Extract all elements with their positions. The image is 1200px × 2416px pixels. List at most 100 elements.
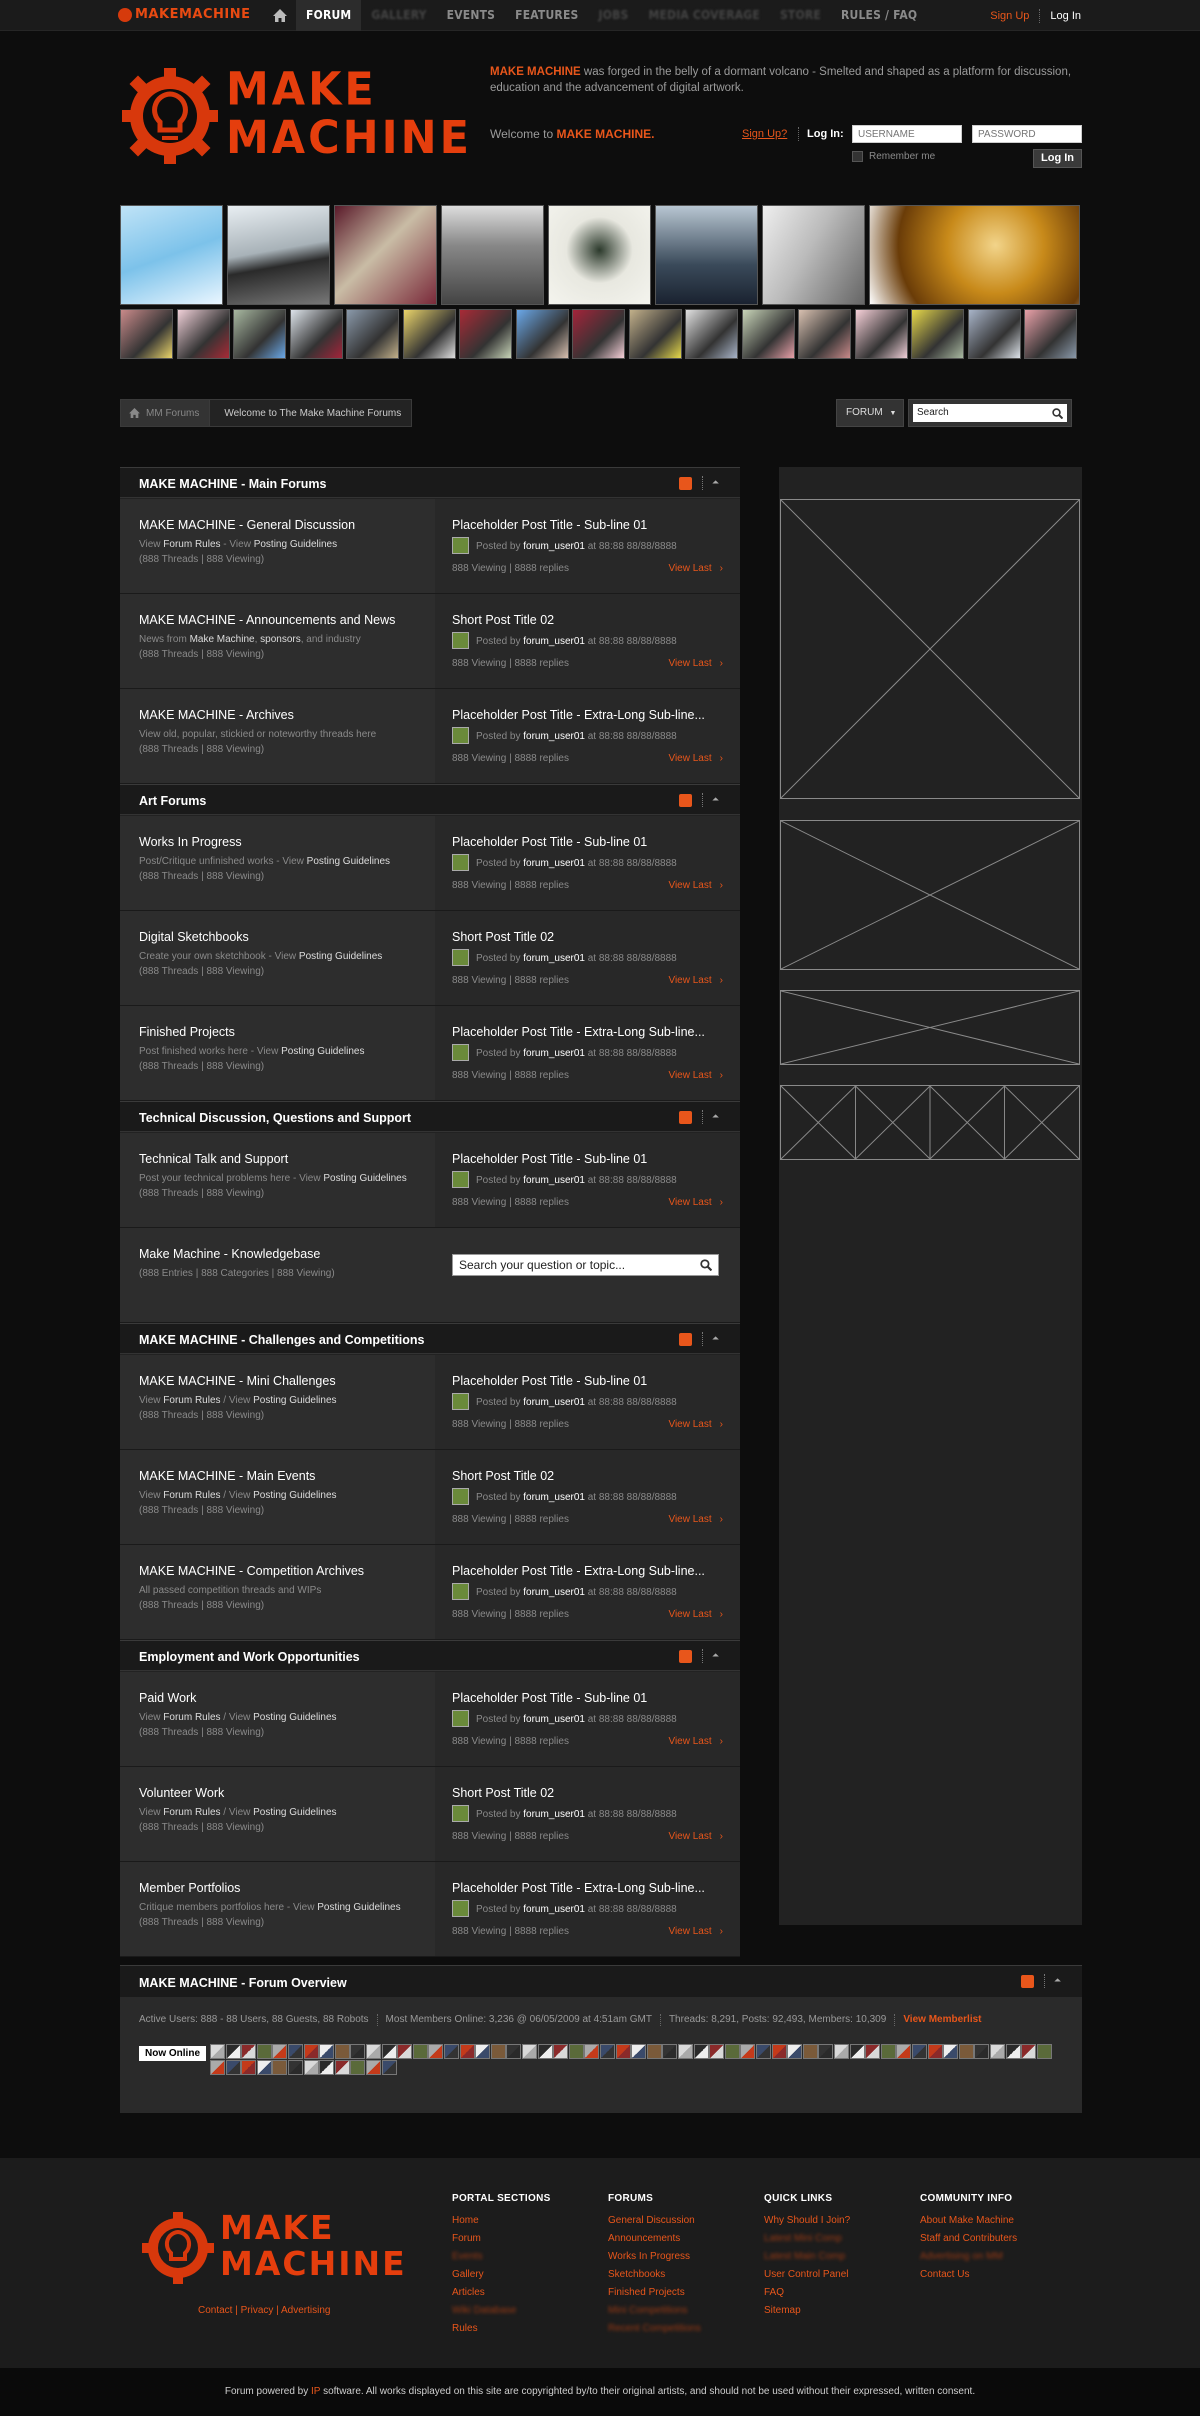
online-user-avatar[interactable] xyxy=(724,2044,740,2059)
gallery-thumb[interactable] xyxy=(548,205,651,305)
footer-link[interactable]: Mini Competitions xyxy=(608,2302,758,2320)
site-logo[interactable]: MAKE MACHINE xyxy=(118,66,469,170)
forum-rules-link[interactable]: Forum Rules xyxy=(163,1807,220,1818)
online-user-avatar[interactable] xyxy=(849,2044,865,2059)
remember-me[interactable]: Remember me xyxy=(852,151,935,162)
view-last-link[interactable]: View Last › xyxy=(668,975,723,986)
online-user-avatar[interactable] xyxy=(366,2044,381,2059)
user-avatar[interactable] xyxy=(452,1583,469,1600)
online-user-avatar[interactable] xyxy=(428,2044,444,2059)
footer-legal-links[interactable]: Contact | Privacy | Advertising xyxy=(198,2305,330,2316)
forum-rules-link[interactable]: Forum Rules xyxy=(163,539,220,550)
online-user-avatar[interactable] xyxy=(319,2044,335,2059)
username-link[interactable]: forum_user01 xyxy=(523,1587,585,1598)
nav-item-features[interactable]: FEATURES xyxy=(505,0,588,31)
footer-link[interactable]: Latest Mini Comp xyxy=(764,2230,914,2248)
gallery-thumb-small[interactable] xyxy=(1024,309,1077,359)
online-user-avatar[interactable] xyxy=(210,2044,225,2059)
gallery-thumb-small[interactable] xyxy=(741,309,795,359)
online-user-avatar[interactable] xyxy=(865,2044,881,2059)
password-input[interactable] xyxy=(972,125,1082,143)
online-user-avatar[interactable] xyxy=(381,2060,397,2075)
ad-placeholder-buttons[interactable] xyxy=(780,1085,1080,1160)
online-user-avatar[interactable] xyxy=(506,2044,522,2059)
view-last-link[interactable]: View Last › xyxy=(668,1070,723,1081)
username-link[interactable]: forum_user01 xyxy=(523,1397,585,1408)
forum-title-link[interactable]: Finished Projects xyxy=(139,1025,235,1039)
view-last-link[interactable]: View Last › xyxy=(668,563,723,574)
gallery-thumb-small[interactable] xyxy=(798,309,851,359)
user-avatar[interactable] xyxy=(452,1710,469,1727)
nav-item-jobs[interactable]: JOBS xyxy=(589,0,639,31)
knowledgebase-search-input[interactable]: Search your question or topic... xyxy=(452,1254,719,1276)
online-user-avatar[interactable] xyxy=(958,2044,974,2059)
footer-link[interactable]: Wiki Database xyxy=(452,2302,602,2320)
footer-link[interactable]: Forum xyxy=(452,2230,602,2248)
online-user-avatar[interactable] xyxy=(303,2060,319,2075)
nav-item-rules-faq[interactable]: RULES / FAQ xyxy=(831,0,927,31)
online-user-avatar[interactable] xyxy=(350,2060,366,2075)
footer-link[interactable]: Sitemap xyxy=(764,2302,914,2320)
copyright-brand[interactable]: IP xyxy=(311,2386,320,2397)
view-last-link[interactable]: View Last › xyxy=(668,1609,723,1620)
collapse-icon[interactable]: ⏶ xyxy=(710,1650,721,1661)
online-user-avatar[interactable] xyxy=(709,2044,725,2059)
online-user-avatar[interactable] xyxy=(288,2044,303,2059)
user-avatar[interactable] xyxy=(452,1805,469,1822)
last-post-title-link[interactable]: Short Post Title 02 xyxy=(452,613,554,627)
view-last-link[interactable]: View Last › xyxy=(668,1736,723,1747)
online-user-avatar[interactable] xyxy=(896,2044,912,2059)
online-user-avatar[interactable] xyxy=(412,2044,428,2059)
view-last-link[interactable]: View Last › xyxy=(668,1514,723,1525)
ad-placeholder-medium[interactable] xyxy=(780,820,1080,970)
posting-guidelines-link[interactable]: sponsors xyxy=(260,634,301,645)
collapse-icon[interactable]: ⏶ xyxy=(710,794,721,805)
online-user-avatar[interactable] xyxy=(522,2044,537,2059)
online-user-avatar[interactable] xyxy=(241,2060,257,2075)
collapse-icon[interactable]: ⏶ xyxy=(710,1333,721,1344)
forum-title-link[interactable]: MAKE MACHINE - Main Events xyxy=(139,1469,315,1483)
online-user-avatar[interactable] xyxy=(584,2044,600,2059)
username-link[interactable]: forum_user01 xyxy=(523,541,585,552)
online-user-avatar[interactable] xyxy=(444,2044,459,2059)
rss-icon[interactable] xyxy=(679,794,692,807)
online-user-avatar[interactable] xyxy=(397,2044,413,2059)
user-avatar[interactable] xyxy=(452,1044,469,1061)
nav-item-forum[interactable]: FORUM xyxy=(296,0,362,31)
online-user-avatar[interactable] xyxy=(272,2060,288,2075)
last-post-title-link[interactable]: Placeholder Post Title - Sub-line 01 xyxy=(452,1152,647,1166)
online-user-avatar[interactable] xyxy=(553,2044,569,2059)
gallery-thumb-small[interactable] xyxy=(515,309,569,359)
gallery-thumb-small[interactable] xyxy=(967,309,1021,359)
gallery-thumb-small[interactable] xyxy=(120,309,173,359)
gallery-thumb[interactable] xyxy=(441,205,544,305)
posting-guidelines-link[interactable]: Posting Guidelines xyxy=(317,1902,400,1913)
forum-title-link[interactable]: Technical Talk and Support xyxy=(139,1152,288,1166)
posting-guidelines-link[interactable]: Posting Guidelines xyxy=(254,539,337,550)
username-link[interactable]: forum_user01 xyxy=(523,636,585,647)
username-link[interactable]: forum_user01 xyxy=(523,1492,585,1503)
signup-link[interactable]: Sign Up xyxy=(990,10,1029,22)
online-user-avatar[interactable] xyxy=(334,2060,350,2075)
online-user-avatar[interactable] xyxy=(740,2044,756,2059)
search-input[interactable]: Search xyxy=(913,404,1067,422)
online-user-avatar[interactable] xyxy=(834,2044,849,2059)
posting-guidelines-link[interactable]: Posting Guidelines xyxy=(253,1807,336,1818)
gallery-thumb[interactable] xyxy=(227,205,330,305)
online-user-avatar[interactable] xyxy=(366,2060,381,2075)
footer-link[interactable]: Works In Progress xyxy=(608,2248,758,2266)
username-link[interactable]: forum_user01 xyxy=(523,731,585,742)
home-nav-button[interactable] xyxy=(264,0,296,31)
footer-link[interactable]: FAQ xyxy=(764,2284,914,2302)
user-avatar[interactable] xyxy=(452,632,469,649)
last-post-title-link[interactable]: Placeholder Post Title - Sub-line 01 xyxy=(452,518,647,532)
online-user-avatar[interactable] xyxy=(334,2044,350,2059)
collapse-icon[interactable]: ⏶ xyxy=(710,477,721,488)
forum-title-link[interactable]: Works In Progress xyxy=(139,835,242,849)
view-memberlist-link[interactable]: View Memberlist xyxy=(903,2014,981,2026)
site-logo-small[interactable]: MAKEMACHINE xyxy=(118,6,256,23)
view-last-link[interactable]: View Last › xyxy=(668,1831,723,1842)
footer-link[interactable]: Sketchbooks xyxy=(608,2266,758,2284)
rss-icon[interactable] xyxy=(679,1650,692,1663)
last-post-title-link[interactable]: Placeholder Post Title - Extra-Long Sub-… xyxy=(452,1025,705,1039)
